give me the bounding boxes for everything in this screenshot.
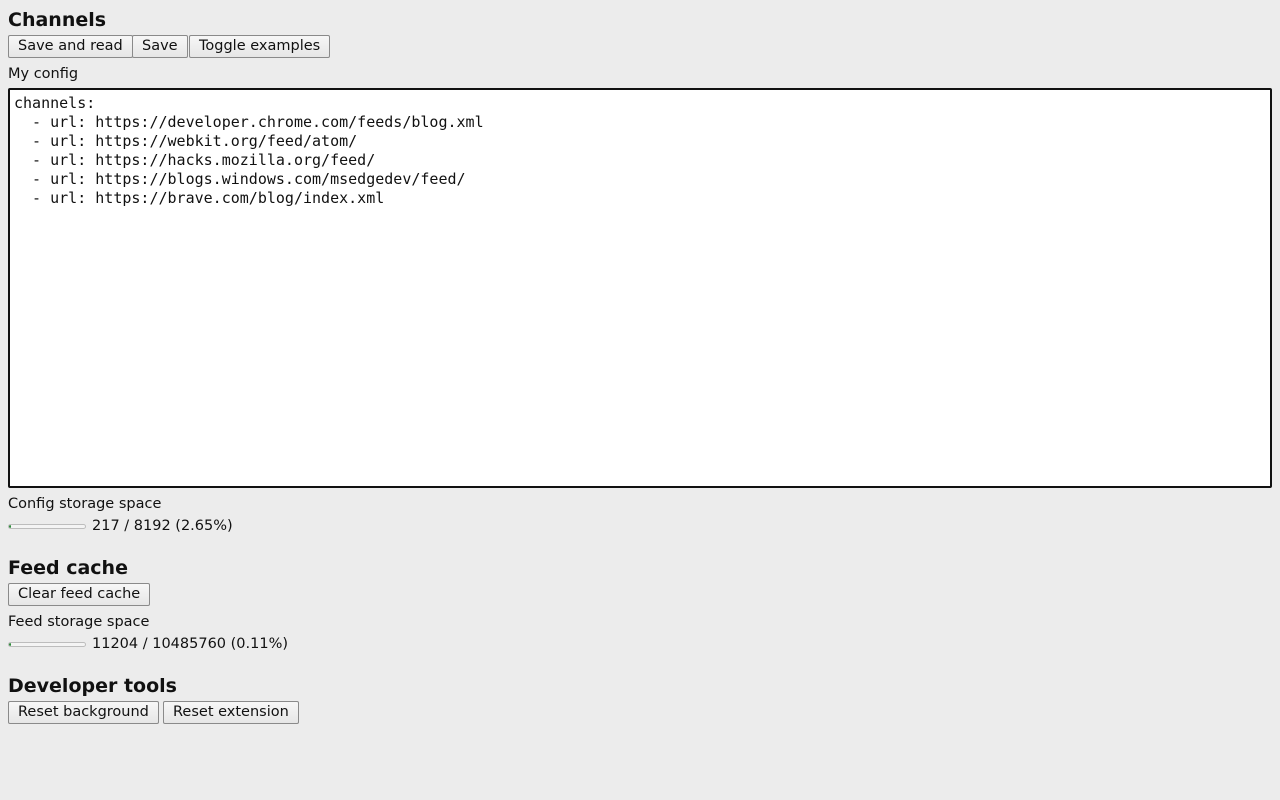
save-button[interactable]: Save	[132, 35, 188, 58]
config-storage-label: Config storage space	[8, 496, 162, 512]
clear-feed-cache-button[interactable]: Clear feed cache	[8, 583, 151, 606]
feed-cache-heading: Feed cache	[8, 557, 128, 579]
config-storage-text: 217 / 8192 (2.65%)	[92, 518, 233, 534]
config-storage-progress	[8, 523, 86, 529]
config-storage-row: 217 / 8192 (2.65%)	[8, 516, 233, 536]
config-label: My config	[8, 66, 79, 82]
feed-storage-row: 11204 / 10485760 (0.11%)	[8, 634, 288, 654]
feed-storage-text: 11204 / 10485760 (0.11%)	[92, 636, 289, 652]
feed-storage-progress	[8, 641, 86, 647]
feed-storage-label: Feed storage space	[8, 614, 150, 630]
reset-extension-button[interactable]: Reset extension	[163, 701, 299, 724]
config-storage-progress-fill	[9, 524, 11, 528]
save-and-read-button[interactable]: Save and read	[8, 35, 133, 58]
options-page: Channels Save and read Save Toggle examp…	[0, 0, 1280, 800]
developer-tools-heading: Developer tools	[8, 675, 177, 697]
feed-storage-progress-fill	[9, 642, 11, 646]
reset-background-button[interactable]: Reset background	[8, 701, 159, 724]
channels-heading: Channels	[8, 9, 107, 31]
config-textarea[interactable]	[8, 88, 1272, 488]
toggle-examples-button[interactable]: Toggle examples	[189, 35, 331, 58]
